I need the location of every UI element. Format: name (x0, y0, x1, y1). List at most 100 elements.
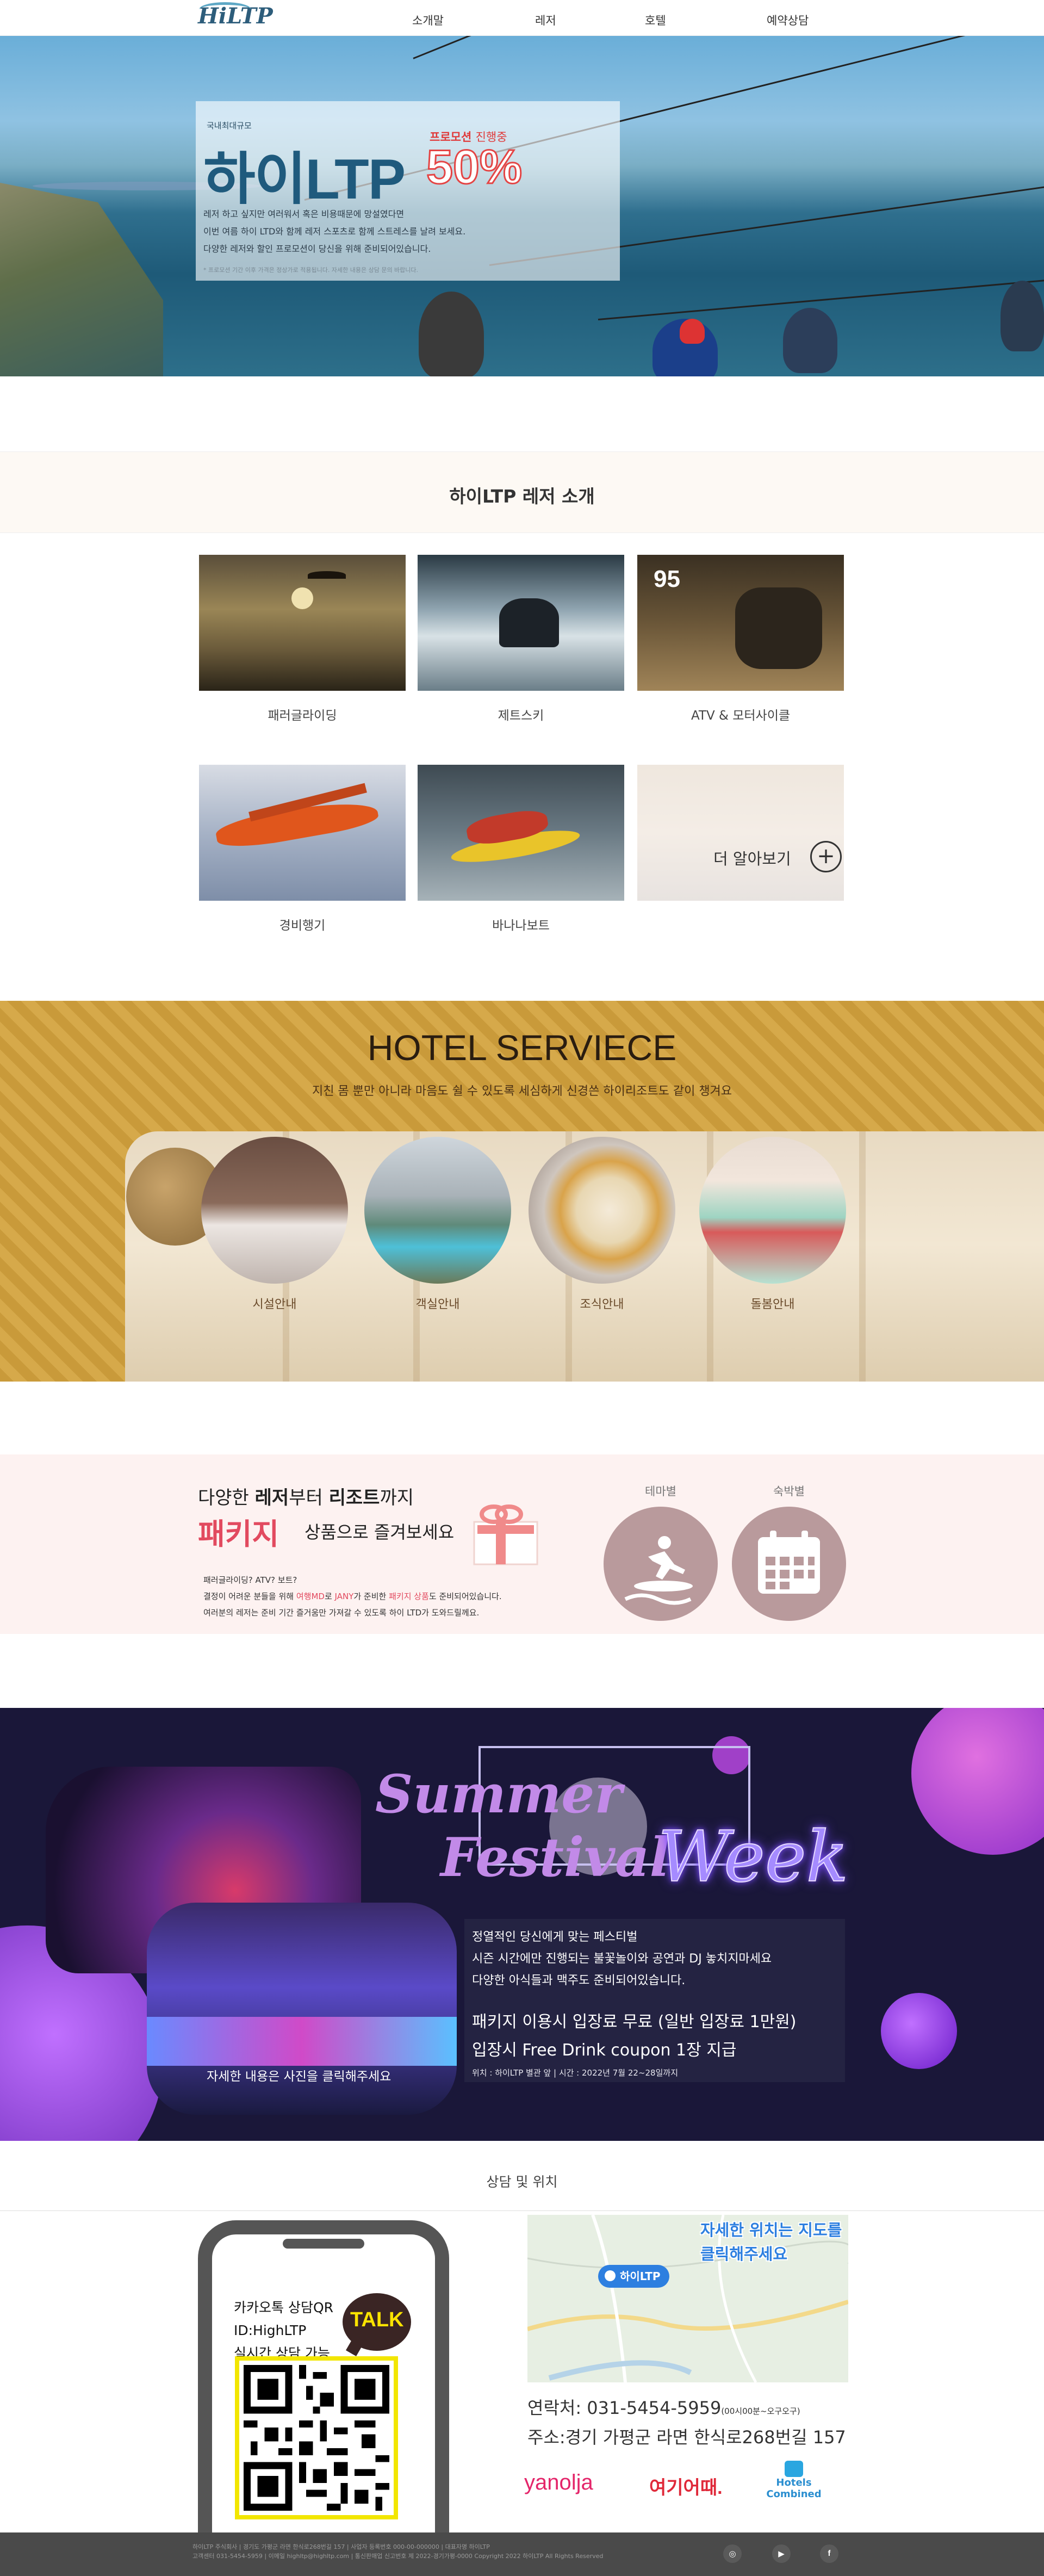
package-description: 패러글라이딩? ATV? 보트? 결정이 어려운 분들을 위해 여행MD로 JA… (203, 1572, 502, 1621)
desc-part: 로 (324, 1592, 335, 1601)
festival-benefits: 패키지 이용시 입장료 무료 (일반 입장료 1만원) 입장시 Free Dri… (472, 2008, 797, 2065)
footer-info: 하이LTP 주식회사 | 경기도 가평군 라면 한식로268번길 157 | 사… (192, 2542, 627, 2561)
atv-wheel-shape (735, 587, 822, 669)
childcare-image[interactable] (699, 1137, 846, 1284)
package-headline: 다양한 레저부터 리조트까지 (198, 1483, 414, 1509)
zipline-rider-image (419, 292, 484, 376)
youtube-icon[interactable]: ▶ (772, 2544, 791, 2563)
room-image[interactable] (364, 1137, 511, 1284)
more-leisure-button[interactable]: 더 알아보기 + (637, 765, 844, 901)
hero-coast-image (0, 183, 163, 376)
nav-item-hotel[interactable]: 호텔 (645, 12, 666, 28)
hero-desc-line: 다양한 레저와 할인 프로모션이 당신을 위해 준비되어있습니다. (203, 244, 431, 254)
leisure-label-aircraft: 경비행기 (279, 919, 326, 933)
top-navigation: HiLTP 소개말 레저 호텔 예약상담 (0, 0, 1044, 36)
hotel-service-section: HOTEL SERVIECE 지친 몸 뿐만 아니라 마음도 쉴 수 있도록 세… (0, 1001, 1044, 1382)
summer-word: Summer (375, 1763, 622, 1825)
theme-label: 테마별 (645, 1485, 676, 1498)
festival-intro-line: 시즌 시간에만 진행되는 불꽃놀이와 공연과 DJ 놓치지마세요 (472, 1952, 772, 1966)
nav-item-reservation[interactable]: 예약상담 (767, 12, 809, 28)
hero-discount-percent: 50% (425, 139, 523, 195)
desc-highlight: JANY (334, 1592, 354, 1601)
hero-banner: 국내최대규모 하이LTP 프로모션 진행중 50% 레저 하고 싶지만 여러워서… (0, 36, 1044, 376)
light-aircraft-image[interactable] (199, 765, 406, 901)
leisure-section: 하이LTP 레저 소개 패러글라이딩 제트스키 95 ATV & 모터사이클 경… (0, 451, 1044, 963)
nav-item-leisure[interactable]: 레저 (535, 12, 556, 28)
facility-image[interactable] (201, 1137, 348, 1284)
footer: 하이LTP 주식회사 | 경기도 가평군 라면 한식로268번길 157 | 사… (0, 2532, 1044, 2576)
package-headline-part: 부터 (289, 1487, 329, 1509)
towel-ridge (859, 1131, 866, 1382)
stay-label: 숙박별 (773, 1485, 805, 1498)
map-location-pin[interactable]: 하이LTP (598, 2265, 669, 2288)
instagram-icon[interactable]: ◎ (723, 2544, 742, 2563)
breakfast-image[interactable] (529, 1137, 675, 1284)
package-headline-bold: 레저 (254, 1487, 289, 1509)
yeogi-logo[interactable]: 여기어때. (649, 2473, 723, 2499)
festival-intro-line: 다양한 아식들과 맥주도 준비되어있습니다. (472, 1974, 686, 1987)
qr-code-icon (244, 2365, 389, 2511)
atv-image[interactable]: 95 (637, 555, 844, 691)
festival-info-box: 정열적인 당신에게 맞는 페스티벌 시즌 시간에만 진행되는 불꽃놀이와 공연과… (464, 1919, 845, 2082)
package-subline: 상품으로 즐겨보세요 (304, 1522, 455, 1543)
site-logo[interactable]: HiLTP (198, 2, 273, 29)
jetski-rider-shape (499, 598, 559, 647)
hotel-label-room: 객실안내 (415, 1298, 460, 1311)
surfing-icon (624, 1536, 693, 1605)
desc-part: 도 준비되어있습니다. (428, 1592, 502, 1601)
location-map[interactable]: 자세한 위치는 지도를 클릭해주세요 하이LTP (527, 2215, 848, 2382)
festival-benefit-line: 입장시 Free Drink coupon 1장 지급 (472, 2041, 737, 2060)
contact-phone: 연락처: 031-5454-5959(00시00분~오구오구) (527, 2394, 800, 2419)
hotel-label-childcare: 돌봄안내 (750, 1298, 795, 1311)
package-section: 다양한 레저부터 리조트까지 패키지 상품으로 즐겨보세요 패러글라이딩? AT… (0, 1454, 1044, 1634)
stay-package-button[interactable] (732, 1507, 846, 1621)
footer-info-line: 고객센터 031-5454-5959 | 이메일 highltp@highltp… (192, 2553, 604, 2560)
plus-icon: + (810, 841, 842, 872)
atv-number: 95 (654, 566, 680, 592)
phone-number: 연락처: 031-5454-5959 (527, 2398, 722, 2418)
kakao-info: 카카오톡 상담QR ID:HighLTP 실시간 상담 가능 (234, 2296, 333, 2365)
hotels-combined-logo[interactable]: Hotels Combined (761, 2461, 826, 2500)
hotel-title: HOTEL SERVIECE (367, 1027, 677, 1068)
footer-info-line: 하이LTP 주식회사 | 경기도 가평군 라면 한식로268번길 157 | 사… (192, 2543, 490, 2550)
kakao-qr-code[interactable] (235, 2356, 398, 2519)
map-caption-line: 클릭해주세요 (700, 2245, 788, 2263)
contact-divider (0, 2210, 1044, 2211)
contact-address: 주소:경기 가평군 라면 한식로268번길 157 (527, 2427, 846, 2448)
dj-deck-shape (147, 2017, 457, 2066)
paraglider-shape (308, 571, 346, 579)
facebook-icon[interactable]: f (820, 2544, 838, 2563)
hero-tagline: 국내최대규모 (207, 121, 252, 131)
phone-hours: (00시00분~오구오구) (721, 2406, 800, 2416)
jetski-image[interactable] (418, 555, 624, 691)
nav-item-intro[interactable]: 소개말 (412, 12, 444, 28)
hotels-text: Hotels (776, 2477, 812, 2488)
leisure-label-atv: ATV & 모터사이클 (691, 709, 791, 723)
calendar-icon (758, 1531, 820, 1594)
paragliding-image[interactable] (199, 555, 406, 691)
hero-desc-line: 레저 하고 싶지만 여러워서 혹은 비용때문에 망설였다면 (203, 209, 405, 219)
leisure-label-paragliding: 패러글라이딩 (268, 709, 337, 723)
hotel-label-breakfast: 조식안내 (580, 1298, 624, 1311)
kakao-info-line: 카카오톡 상담QR (234, 2300, 333, 2315)
contact-title: 상담 및 위치 (486, 2174, 558, 2190)
zipline-rider-image (1000, 281, 1044, 351)
combined-text: Combined (766, 2488, 822, 2500)
banana-boat-image[interactable] (418, 765, 624, 901)
phone-speaker (283, 2239, 364, 2249)
yanolja-logo[interactable]: yanolja (524, 2470, 593, 2495)
festival-location-time: 위치 : 하이LTP 별관 앞 | 시간 : 2022년 7월 22~28일까지 (472, 2068, 679, 2078)
package-desc-line: 결정이 어려운 분들을 위해 여행MD로 JANY가 준비한 패키지 상품도 준… (203, 1588, 502, 1605)
talk-text: TALK (350, 2308, 404, 2331)
hotel-subtitle: 지친 몸 뿐만 아니라 마음도 쉴 수 있도록 세심하게 신경쓴 하이리조트도 … (312, 1085, 732, 1098)
festival-word: Festival (440, 1826, 670, 1889)
package-headline-bold: 리조트 (328, 1487, 380, 1509)
theme-package-button[interactable] (604, 1507, 718, 1621)
week-word: Week (657, 1816, 849, 1898)
desc-highlight: 패키지 상품 (389, 1592, 429, 1601)
dj-image[interactable]: 자세한 내용은 사진을 클릭해주세요 (147, 1903, 457, 2115)
more-label: 더 알아보기 (713, 850, 791, 868)
zipline-rider-image (783, 308, 837, 373)
leisure-label-banana-boat: 바나나보트 (492, 919, 550, 933)
desc-highlight: 여행MD (296, 1592, 325, 1601)
